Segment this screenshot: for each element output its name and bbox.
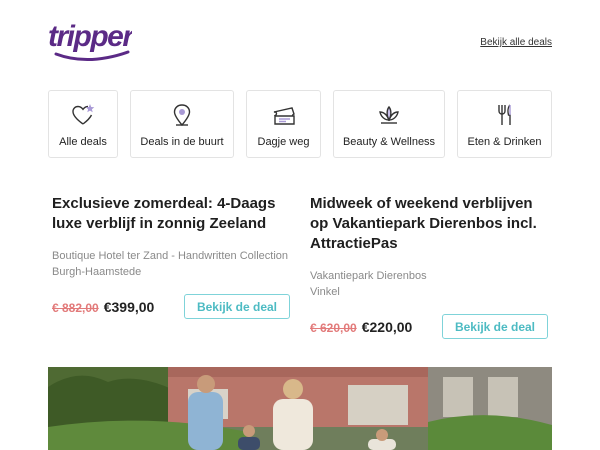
deal-price-row: € 882,00 €399,00 Bekijk de deal xyxy=(52,294,290,319)
category-beauty-wellness[interactable]: Beauty & Wellness xyxy=(333,90,445,158)
old-price: € 620,00 xyxy=(310,320,357,335)
deal-prices: € 620,00 €220,00 xyxy=(310,319,412,335)
category-label: Alle deals xyxy=(59,136,107,148)
svg-text:tripper: tripper xyxy=(48,20,132,53)
new-price: €399,00 xyxy=(103,298,155,315)
old-price: € 882,00 xyxy=(52,300,99,315)
deal-venue-name: Boutique Hotel ter Zand - Handwritten Co… xyxy=(52,250,289,262)
header: tripper Bekijk alle deals xyxy=(0,0,600,80)
view-deal-button[interactable]: Bekijk de deal xyxy=(184,294,290,319)
category-label: Beauty & Wellness xyxy=(342,136,436,148)
deal-venue-name: Vakantiepark Dierenbos xyxy=(310,270,427,282)
category-label: Dagje weg xyxy=(257,136,310,148)
category-label: Eten & Drinken xyxy=(467,136,542,148)
deal-title[interactable]: Exclusieve zomerdeal: 4-Daags luxe verbl… xyxy=(52,194,292,234)
deal-card: Midweek of weekend verblijven op Vakanti… xyxy=(310,194,550,339)
heart-star-icon xyxy=(72,104,95,125)
deal-venue-location: Vinkel xyxy=(310,286,340,298)
location-pin-icon xyxy=(173,104,191,127)
category-deals-in-de-buurt[interactable]: Deals in de buurt xyxy=(130,90,234,158)
deal-venue: Vakantiepark Dierenbos Vinkel xyxy=(310,268,550,300)
category-dagje-weg[interactable]: Dagje weg xyxy=(246,90,321,158)
view-deal-button[interactable]: Bekijk de deal xyxy=(442,314,548,339)
category-eten-drinken[interactable]: Eten & Drinken xyxy=(457,90,552,158)
tripper-logo[interactable]: tripper xyxy=(48,16,138,64)
all-deals-link[interactable]: Bekijk alle deals xyxy=(480,37,552,48)
category-alle-deals[interactable]: Alle deals xyxy=(48,90,118,158)
deal-prices: € 882,00 €399,00 xyxy=(52,299,154,315)
new-price: €220,00 xyxy=(361,318,413,335)
hero-image[interactable] xyxy=(48,367,552,450)
ticket-icon xyxy=(273,107,295,125)
category-nav: Alle deals Deals in de buurt Dagje weg B… xyxy=(48,90,552,158)
deal-venue-location: Burgh-Haamstede xyxy=(52,266,142,278)
deal-card: Exclusieve zomerdeal: 4-Daags luxe verbl… xyxy=(52,194,292,319)
deal-venue: Boutique Hotel ter Zand - Handwritten Co… xyxy=(52,248,292,280)
category-label: Deals in de buurt xyxy=(140,136,224,148)
lotus-icon xyxy=(379,105,399,124)
deal-price-row: € 620,00 €220,00 Bekijk de deal xyxy=(310,314,548,339)
deal-title[interactable]: Midweek of weekend verblijven op Vakanti… xyxy=(310,194,550,254)
fork-knife-icon xyxy=(497,104,511,125)
